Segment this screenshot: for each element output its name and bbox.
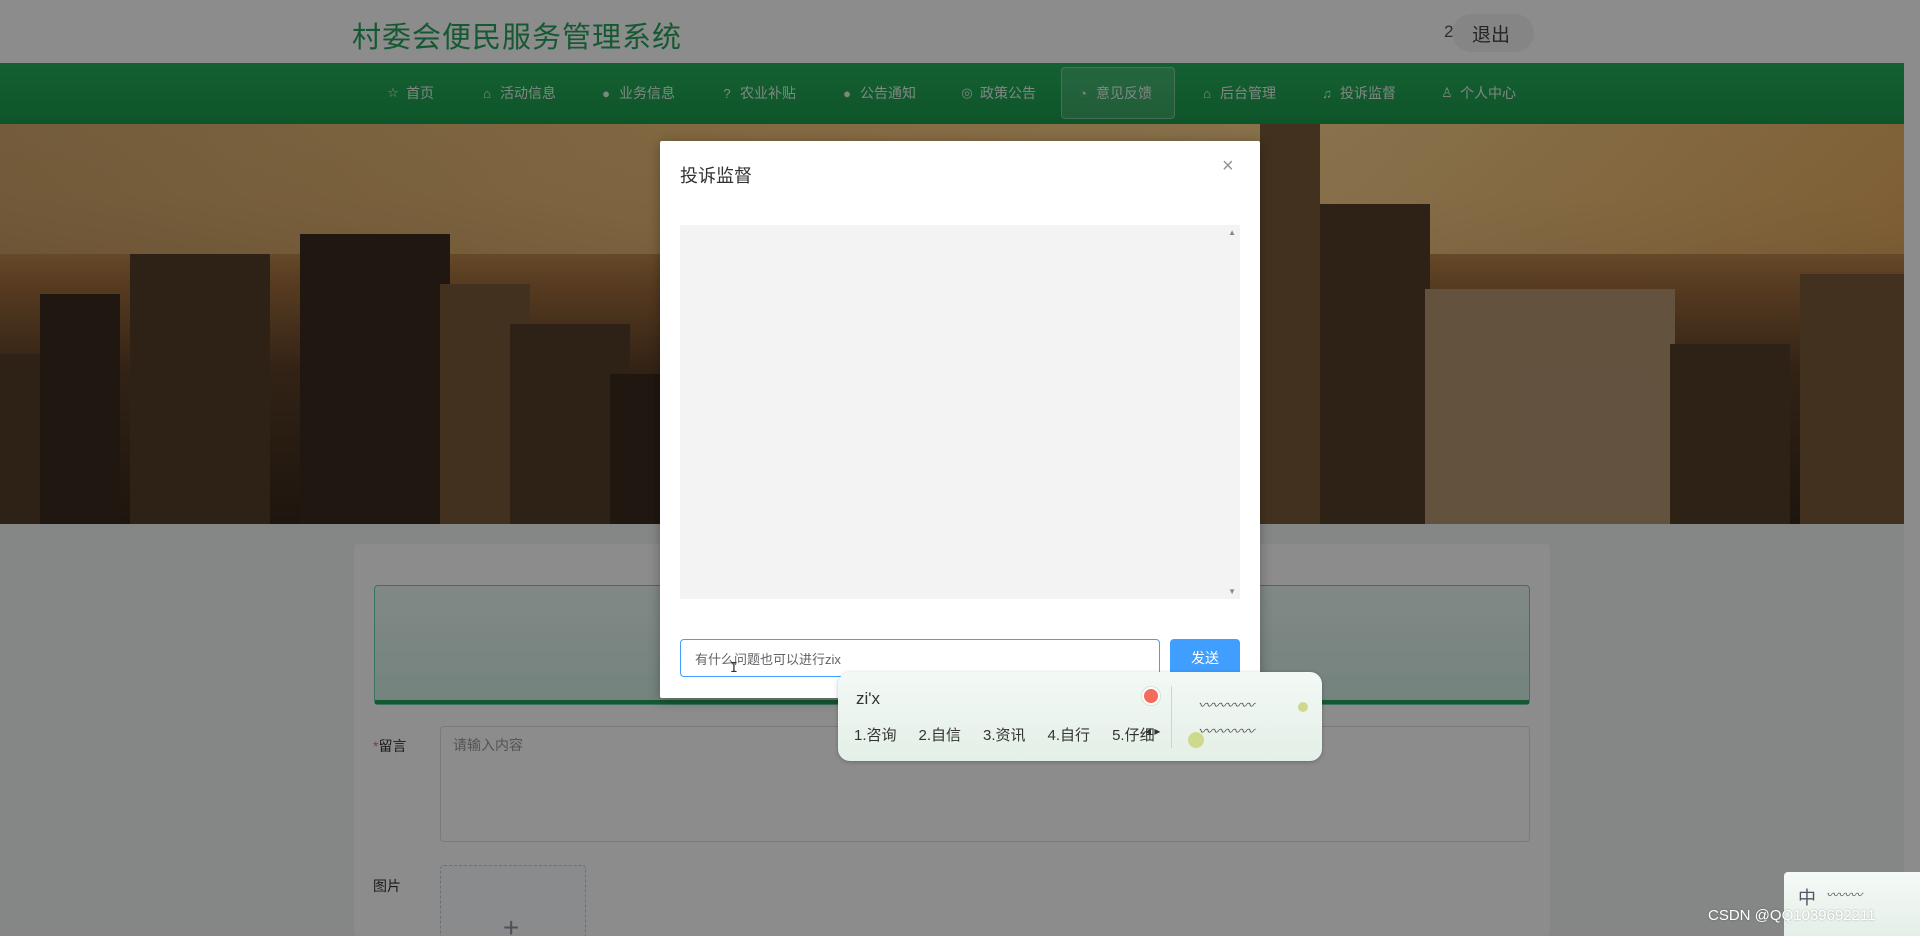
ime-candidate[interactable]: 1.咨询 (854, 724, 897, 745)
ime-page-arrows-icon[interactable]: ◂ ▸ (1145, 724, 1160, 738)
scroll-up-arrow-icon[interactable]: ▲ (1228, 228, 1236, 237)
chat-history-area[interactable]: ▲ ▼ (680, 225, 1240, 599)
ime-candidate-list: 1.咨询 2.自信 3.资讯 4.自行 5.仔细 (854, 724, 1155, 745)
ime-status-bar[interactable]: 中 〰〰〰 (1784, 872, 1920, 936)
ime-skin-dot (1188, 732, 1204, 748)
csdn-watermark: CSDN @QQ1039692211 (1708, 907, 1876, 924)
ime-divider (1171, 686, 1172, 748)
ime-logo-icon (1142, 687, 1160, 705)
scroll-down-arrow-icon[interactable]: ▼ (1228, 587, 1236, 596)
ime-candidate[interactable]: 4.自行 (1048, 724, 1091, 745)
ime-skin-decoration: 〰〰〰〰 〰〰〰〰 (1198, 697, 1254, 739)
dialog-title: 投诉监督 (680, 166, 752, 186)
ime-candidate[interactable]: 3.资讯 (983, 724, 1026, 745)
ime-candidate-window: zi'x 1.咨询 2.自信 3.资讯 4.自行 5.仔细 ◂ ▸ 〰〰〰〰 〰〰… (838, 672, 1322, 761)
close-icon[interactable]: × (1222, 155, 1234, 178)
complaint-dialog: 投诉监督 × ▲ ▼ 发送 (660, 141, 1260, 698)
ime-skin-dot (1298, 702, 1308, 712)
ime-candidate[interactable]: 2.自信 (919, 724, 962, 745)
ime-status-decoration: 〰〰〰 (1826, 888, 1863, 902)
ime-composition-text: zi'x (856, 689, 881, 708)
ibeam-cursor-icon: I (730, 661, 738, 676)
